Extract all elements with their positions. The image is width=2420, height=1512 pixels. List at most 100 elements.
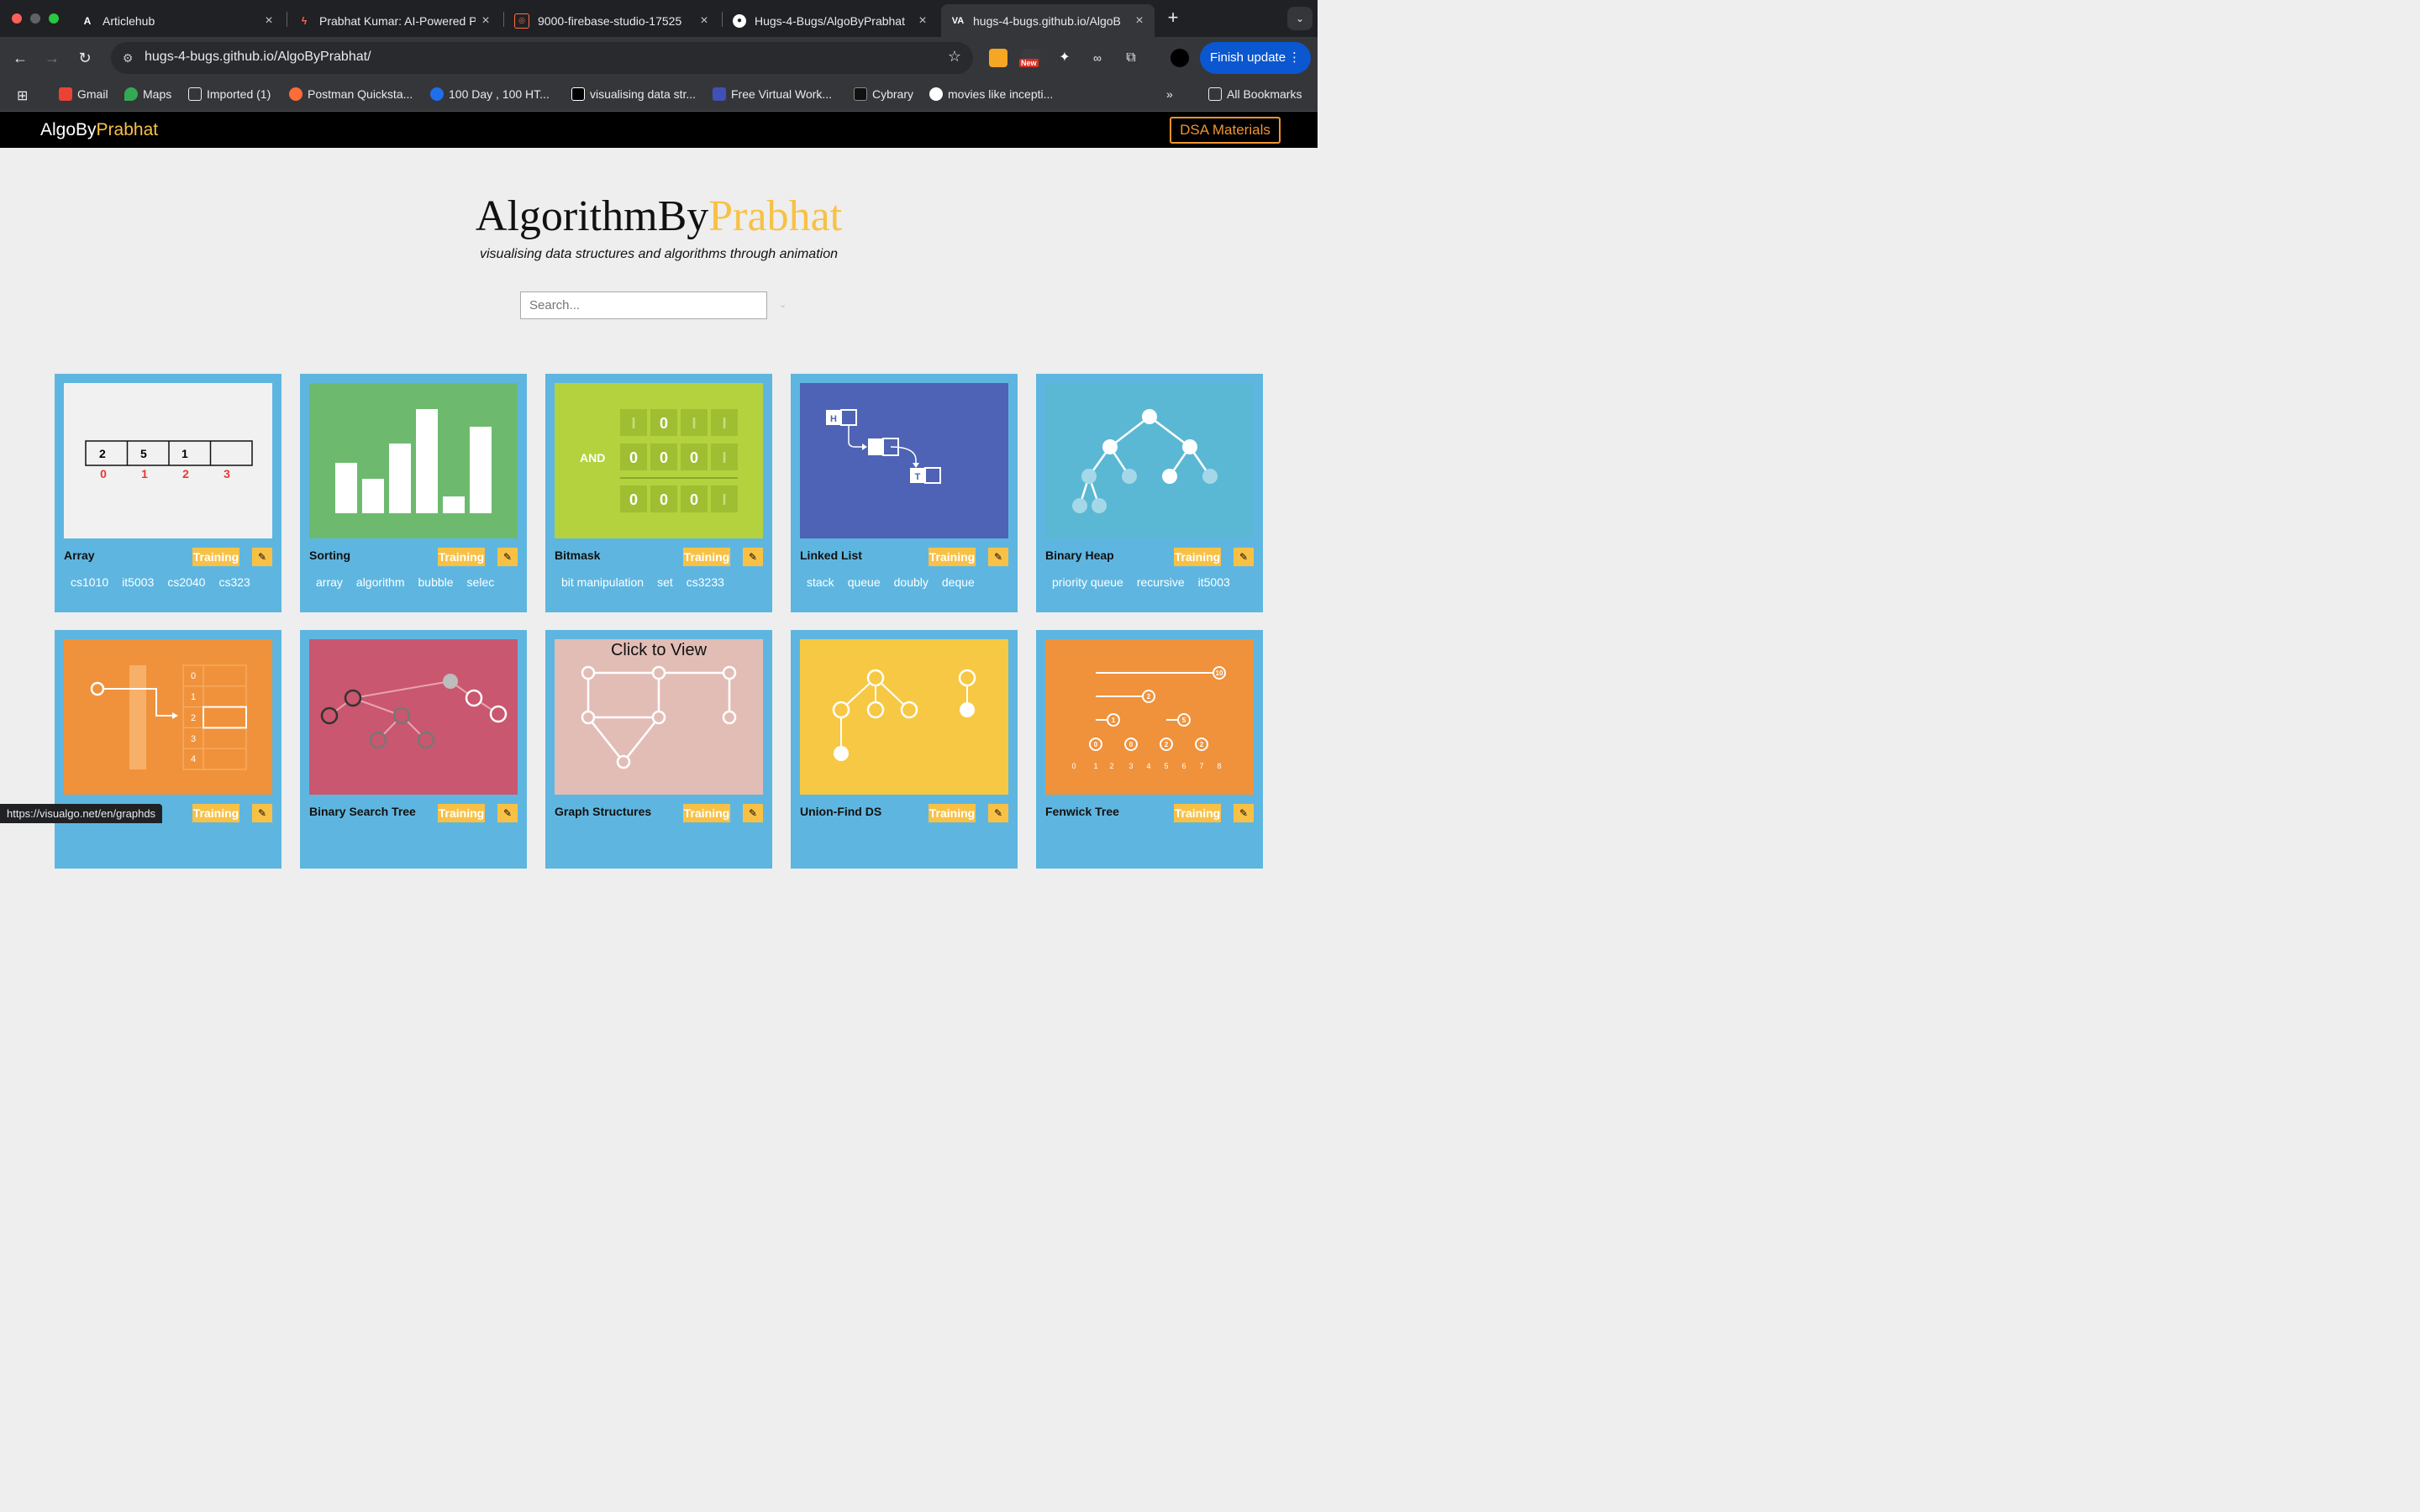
bookmark-postman[interactable]: Postman Quicksta... (289, 87, 413, 101)
bookmark-star-icon[interactable]: ☆ (948, 48, 961, 66)
tab-github-repo[interactable]: ● Hugs-4-Bugs/AlgoByPrabhat × (723, 4, 938, 37)
close-tab-icon[interactable]: × (694, 13, 714, 29)
card-hash-table[interactable]: 0 1 2 3 4 Training ✎ (55, 630, 281, 869)
finish-update-button[interactable]: Finish update ⋮ (1200, 42, 1311, 74)
tag[interactable]: queue (848, 575, 881, 589)
tag[interactable]: set (657, 575, 673, 589)
dsa-materials-button[interactable]: DSA Materials (1170, 117, 1281, 144)
edit-pen-icon[interactable]: ✎ (497, 548, 518, 566)
tab-prabhat-kumar[interactable]: ϟ Prabhat Kumar: AI-Powered P × (287, 4, 501, 37)
edit-pen-icon[interactable]: ✎ (252, 804, 272, 822)
search-input[interactable] (520, 291, 767, 319)
more-menu-icon[interactable]: ⋮ (1288, 42, 1301, 74)
tag[interactable]: doubly (894, 575, 929, 589)
training-button[interactable]: Training (929, 548, 976, 566)
card-sorting[interactable]: Sorting Training ✎ array algorithm bubble s… (300, 374, 527, 612)
tag[interactable]: priority queue (1052, 575, 1123, 589)
tag[interactable]: recursive (1137, 575, 1185, 589)
close-tab-icon[interactable]: × (476, 13, 496, 29)
search-dropdown-icon[interactable]: ⌄ (779, 299, 786, 310)
card-binary-search-tree[interactable]: Binary Search Tree Training ✎ (300, 630, 527, 869)
tag[interactable]: deque (942, 575, 975, 589)
more-bookmarks-chevron-icon[interactable]: » (1166, 87, 1173, 101)
tag[interactable]: cs3233 (687, 575, 724, 589)
edit-pen-icon[interactable]: ✎ (1234, 804, 1254, 822)
close-tab-icon[interactable]: × (913, 13, 933, 29)
tag[interactable]: cs1010 (71, 575, 108, 589)
incognito-extension-icon[interactable]: ∞ (1088, 49, 1107, 67)
finish-update-label: Finish update (1210, 50, 1286, 65)
training-button[interactable]: Training (683, 548, 730, 566)
back-button[interactable]: ← (9, 47, 31, 69)
gemini-sparkle-icon[interactable]: ✦ (1055, 49, 1074, 67)
tag[interactable]: stack (807, 575, 834, 589)
tab-firebase-studio[interactable]: ◎ 9000-firebase-studio-17525 × (504, 4, 719, 37)
training-button[interactable]: Training (683, 804, 730, 822)
bookmark-virtual-work[interactable]: Free Virtual Work... (713, 87, 832, 101)
profile-avatar[interactable] (1171, 49, 1189, 67)
close-tab-icon[interactable]: × (1129, 13, 1150, 29)
bookmark-100-day[interactable]: 100 Day , 100 HT... (430, 87, 550, 101)
visualgo-icon (571, 87, 585, 101)
all-bookmarks[interactable]: All Bookmarks (1208, 87, 1302, 101)
training-button[interactable]: Training (438, 548, 485, 566)
url-text[interactable]: hugs-4-bugs.github.io/AlgoByPrabhat/ (145, 50, 371, 65)
card-bitmask[interactable]: AND I 0 I I 0 0 0 I 0 0 0 I Bitmask Trai… (545, 374, 772, 612)
tag[interactable]: algorithm (356, 575, 405, 589)
minimize-window-button[interactable] (30, 13, 40, 24)
extension-icon-new[interactable]: New (1019, 49, 1040, 67)
training-button[interactable]: Training (438, 804, 485, 822)
bookmark-visualising[interactable]: visualising data str... (571, 87, 696, 101)
new-tab-button[interactable]: + (1163, 8, 1183, 29)
tag[interactable]: selec (467, 575, 495, 589)
union-find-illustration (832, 669, 976, 761)
tag[interactable]: it5003 (122, 575, 154, 589)
card-array[interactable]: 2 5 1 0 1 2 3 Array Training ✎ cs1010 it5… (55, 374, 281, 612)
tag[interactable]: cs323 (218, 575, 250, 589)
training-button[interactable]: Training (192, 804, 239, 822)
edit-pen-icon[interactable]: ✎ (497, 804, 518, 822)
reload-button[interactable]: ↻ (74, 47, 96, 69)
tab-articlehub[interactable]: A Articlehub × (71, 4, 284, 37)
address-bar[interactable]: ⚙ hugs-4-bugs.github.io/AlgoByPrabhat/ ☆ (111, 42, 973, 74)
forward-button[interactable]: → (41, 47, 63, 69)
tab-search-chevron-icon[interactable]: ⌄ (1287, 7, 1313, 30)
edit-pen-icon[interactable]: ✎ (743, 548, 763, 566)
site-logo[interactable]: AlgoByPrabhat (40, 120, 158, 140)
tag[interactable]: cs2040 (167, 575, 205, 589)
close-window-button[interactable] (12, 13, 22, 24)
extensions-puzzle-icon[interactable]: ⧉ (1122, 49, 1140, 67)
bookmark-cybrary[interactable]: Cybrary (854, 87, 913, 101)
edit-pen-icon[interactable]: ✎ (988, 804, 1008, 822)
bookmark-movies[interactable]: movies like incepti... (929, 87, 1053, 101)
card-union-find[interactable]: Union-Find DS Training ✎ (791, 630, 1018, 869)
close-tab-icon[interactable]: × (259, 13, 279, 29)
tag[interactable]: array (316, 575, 343, 589)
edit-pen-icon[interactable]: ✎ (988, 548, 1008, 566)
bookmark-gmail[interactable]: Gmail (59, 87, 108, 101)
tag[interactable]: bit manipulation (561, 575, 644, 589)
edit-pen-icon[interactable]: ✎ (743, 804, 763, 822)
training-button[interactable]: Training (192, 548, 239, 566)
maximize-window-button[interactable] (49, 13, 59, 24)
extension-icon-orange[interactable] (989, 49, 1007, 67)
training-button[interactable]: Training (929, 804, 976, 822)
fenwick-axis-label: 2 (1109, 762, 1113, 770)
tab-algobyprabhat[interactable]: VA hugs-4-bugs.github.io/AlgoB × (941, 4, 1155, 37)
site-info-icon[interactable]: ⚙ (118, 48, 138, 68)
tag[interactable]: it5003 (1198, 575, 1230, 589)
card-linked-list[interactable]: H T Linked List Training ✎ stack queue dou… (791, 374, 1018, 612)
edit-pen-icon[interactable]: ✎ (1234, 548, 1254, 566)
fenwick-node-value: 0 (1129, 741, 1134, 748)
edit-pen-icon[interactable]: ✎ (252, 548, 272, 566)
apps-grid-icon[interactable]: ⊞ (17, 87, 28, 104)
tag[interactable]: bubble (418, 575, 454, 589)
training-button[interactable]: Training (1174, 548, 1221, 566)
card-binary-heap[interactable]: Binary Heap Training ✎ priority queue rec… (1036, 374, 1263, 612)
card-graph-structures[interactable]: Click to View Graph Structures Training … (545, 630, 772, 869)
bookmark-maps[interactable]: Maps (124, 87, 171, 101)
bookmark-imported[interactable]: Imported (1) (188, 87, 271, 101)
click-to-view-overlay[interactable]: Click to View (555, 639, 763, 660)
card-fenwick-tree[interactable]: 10 2 1 5 0 0 2 2 0 1 2 3 4 5 6 7 8 Fenwi… (1036, 630, 1263, 869)
training-button[interactable]: Training (1174, 804, 1221, 822)
